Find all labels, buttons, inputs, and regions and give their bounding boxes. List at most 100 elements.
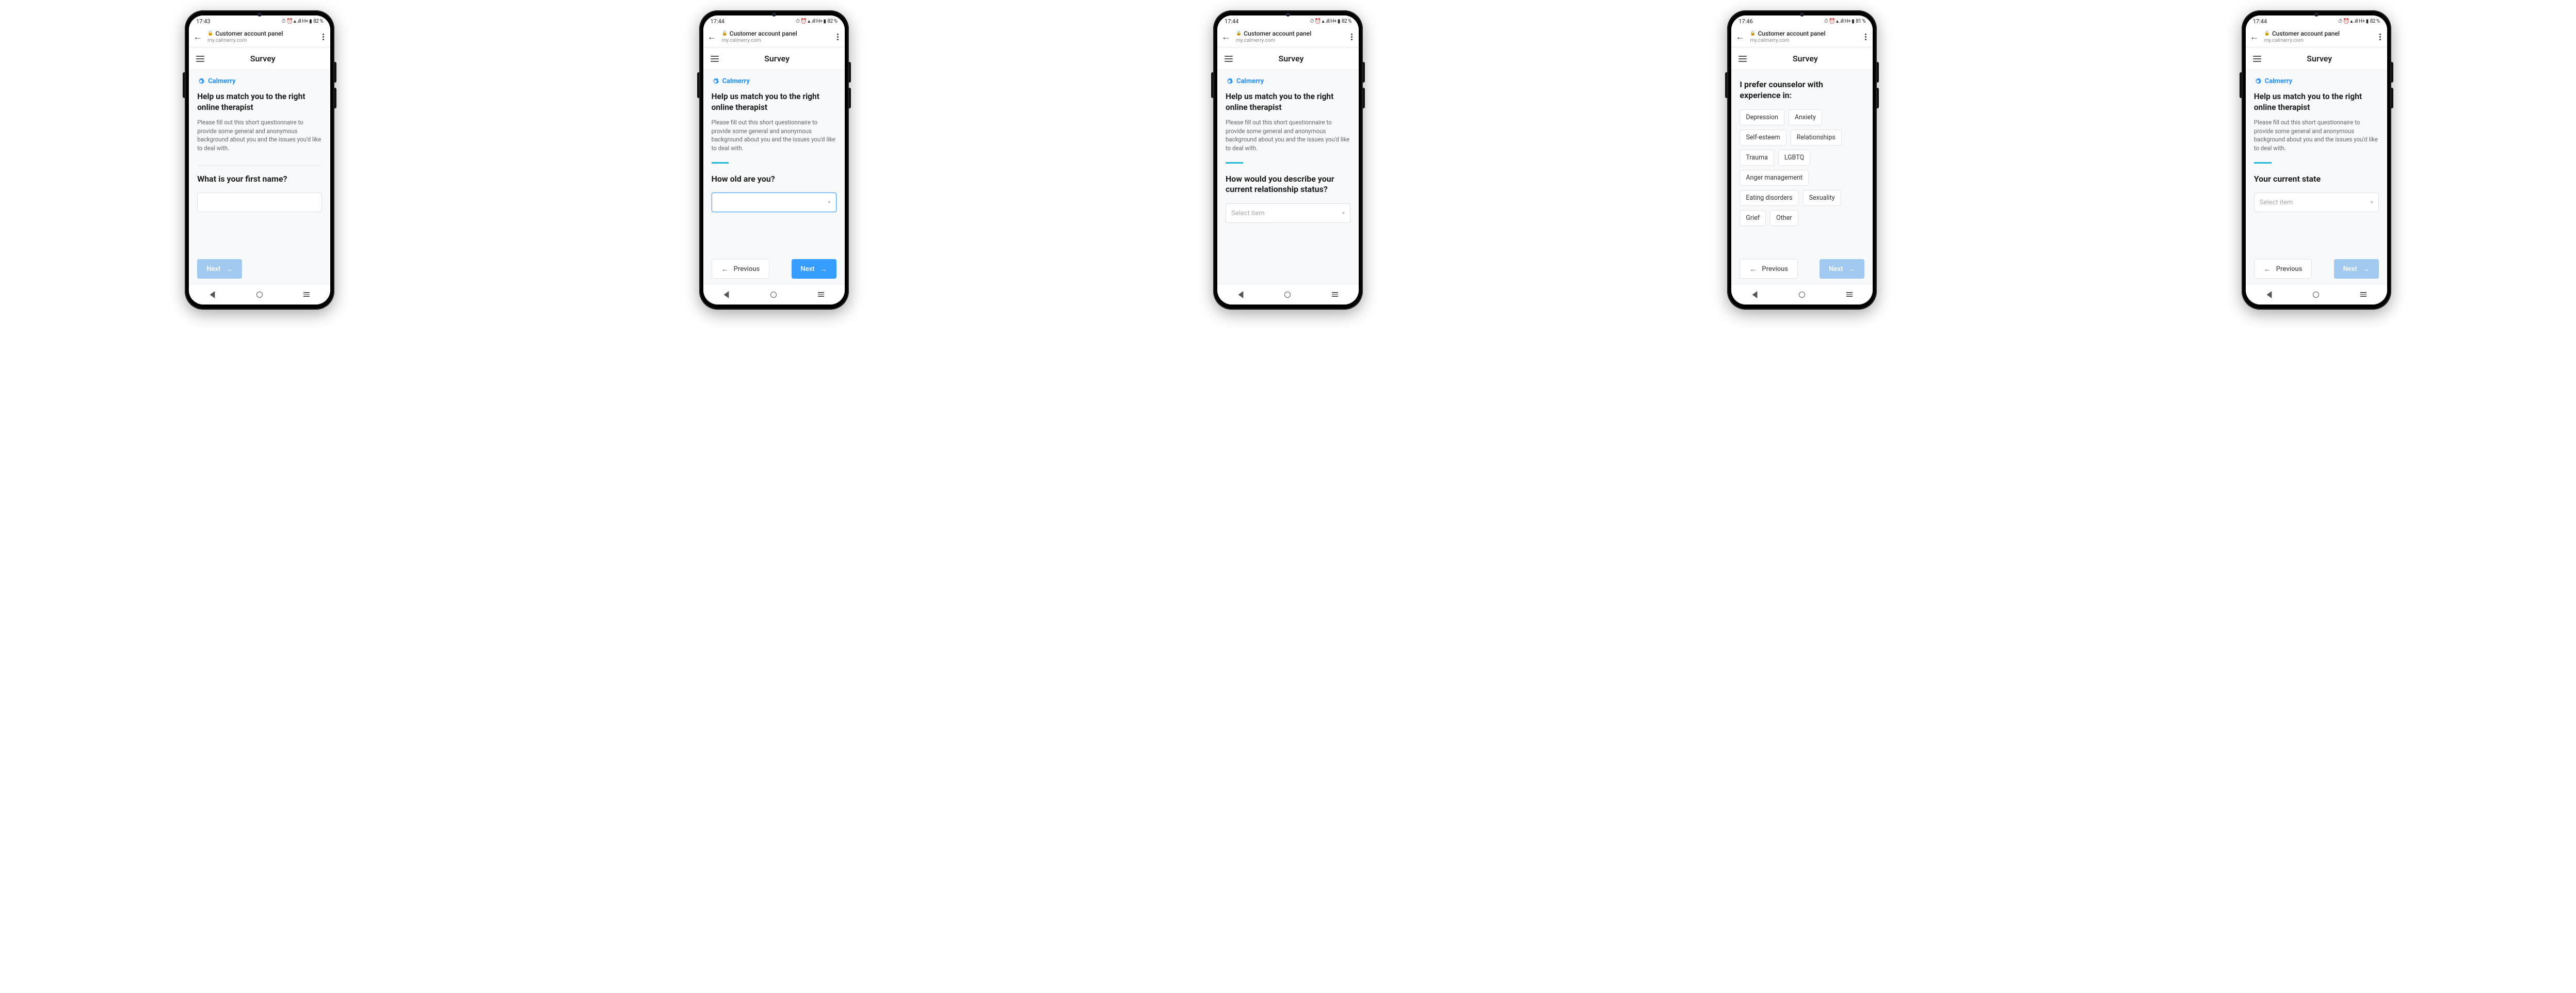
lock-icon: 🔒 <box>1236 31 1242 37</box>
kebab-menu-icon[interactable] <box>1863 31 1869 42</box>
survey-question: How old are you? <box>712 174 836 185</box>
hamburger-icon[interactable] <box>1225 56 1233 62</box>
chip-depression[interactable]: Depression <box>1740 109 1784 125</box>
brand-logo: Calmerry <box>712 77 836 85</box>
next-button[interactable]: Next→ <box>792 259 836 279</box>
android-nav-bar <box>2246 284 2387 305</box>
nav-recents-icon[interactable] <box>303 292 310 297</box>
status-icons: ⏱ ⏰ ▴ .ıll H+ ▮82 % <box>1310 19 1351 24</box>
next-button[interactable]: Next→ <box>2334 259 2379 279</box>
chevron-down-icon: ▾ <box>828 200 831 205</box>
back-icon[interactable]: ← <box>193 31 202 42</box>
previous-button[interactable]: ←Previous <box>2254 259 2312 279</box>
intro-description: Please fill out this short questionnaire… <box>2254 118 2379 153</box>
arrow-left-icon: ← <box>1749 265 1757 274</box>
previous-button[interactable]: ←Previous <box>1740 259 1798 279</box>
chip-trauma[interactable]: Trauma <box>1740 150 1774 166</box>
hamburger-icon[interactable] <box>1738 56 1747 62</box>
hamburger-icon[interactable] <box>2253 56 2261 62</box>
phone-mockup: 17:43 ⏱ ⏰ ▴ .ıll H+ ▮82 % ← 🔒Customer ac… <box>185 10 334 310</box>
app-bar: Survey <box>1731 47 1873 70</box>
kebab-menu-icon[interactable] <box>320 31 326 42</box>
chip-anger-management[interactable]: Anger management <box>1740 170 1809 186</box>
lock-icon: 🔒 <box>1750 31 1756 37</box>
kebab-menu-icon[interactable] <box>2377 31 2383 42</box>
android-nav-bar <box>1731 284 1873 305</box>
lock-icon: 🔒 <box>2264 31 2270 37</box>
nav-back-icon[interactable] <box>1238 291 1243 298</box>
survey-question: What is your first name? <box>197 174 322 185</box>
status-time: 17:43 <box>196 18 210 25</box>
relationship-select[interactable]: Select item ▾ <box>1226 203 1350 223</box>
back-icon[interactable]: ← <box>1221 31 1231 42</box>
nav-recents-icon[interactable] <box>1332 292 1338 297</box>
arrow-left-icon: ← <box>721 265 729 274</box>
nav-recents-icon[interactable] <box>2360 292 2366 297</box>
hamburger-icon[interactable] <box>196 56 204 62</box>
survey-content: Calmerry Help us match you to the right … <box>1217 70 1359 284</box>
app-title: Survey <box>212 54 314 63</box>
chip-anxiety[interactable]: Anxiety <box>1789 109 1822 125</box>
arrow-right-icon: → <box>226 265 233 274</box>
browser-bar: ← 🔒Customer account panel my.calmerry.co… <box>1217 27 1359 47</box>
back-icon[interactable]: ← <box>707 31 717 42</box>
nav-home-icon[interactable] <box>770 292 777 298</box>
app-bar: Survey <box>189 47 330 70</box>
kebab-menu-icon[interactable] <box>835 31 841 42</box>
phone-mockup: 17:44 ⏱ ⏰ ▴ .ıll H+ ▮82 % ← 🔒Customer ac… <box>2242 10 2391 310</box>
back-icon[interactable]: ← <box>1735 31 1745 42</box>
nav-home-icon[interactable] <box>2313 292 2319 298</box>
kebab-menu-icon[interactable] <box>1349 31 1355 42</box>
nav-recents-icon[interactable] <box>1846 292 1853 297</box>
chip-other[interactable]: Other <box>1770 210 1798 226</box>
chip-self-esteem[interactable]: Self-esteem <box>1740 130 1786 146</box>
nav-back-icon[interactable] <box>1752 291 1758 298</box>
nav-recents-icon[interactable] <box>818 292 824 297</box>
survey-content: Calmerry Help us match you to the right … <box>703 70 845 284</box>
chip-sexuality[interactable]: Sexuality <box>1803 190 1841 206</box>
nav-back-icon[interactable] <box>210 291 215 298</box>
status-bar: 17:43 ⏱ ⏰ ▴ .ıll H+ ▮82 % <box>189 15 330 27</box>
first-name-input[interactable] <box>197 193 322 212</box>
select-placeholder: Select item <box>2260 199 2293 206</box>
nav-home-icon[interactable] <box>1284 292 1291 298</box>
chip-eating-disorders[interactable]: Eating disorders <box>1740 190 1798 206</box>
state-select[interactable]: Select item ▾ <box>2254 193 2379 212</box>
page-title: 🔒Customer account panel <box>722 30 830 37</box>
nav-home-icon[interactable] <box>1799 292 1805 298</box>
status-time: 17:44 <box>1225 18 1238 25</box>
gear-icon <box>712 77 719 85</box>
lock-icon: 🔒 <box>207 31 213 37</box>
chevron-down-icon: ▾ <box>2371 200 2373 205</box>
lock-icon: 🔒 <box>722 31 728 37</box>
status-icons: ⏱ ⏰ ▴ .ıll H+ ▮81 % <box>1824 19 1866 24</box>
next-button[interactable]: Next→ <box>197 259 242 279</box>
intro-heading: Help us match you to the right online th… <box>197 91 322 113</box>
page-title: 🔒Customer account panel <box>207 30 315 37</box>
status-bar: 17:44 ⏱ ⏰ ▴ .ıll H+ ▮82 % <box>1217 15 1359 27</box>
gear-icon <box>1226 77 1233 85</box>
nav-back-icon[interactable] <box>2266 291 2272 298</box>
gear-icon <box>197 77 205 85</box>
page-url: my.calmerry.com <box>722 38 830 43</box>
brand-logo: Calmerry <box>197 77 322 85</box>
previous-button[interactable]: ←Previous <box>712 259 770 279</box>
intro-description: Please fill out this short questionnaire… <box>712 118 836 153</box>
chip-relationships[interactable]: Relationships <box>1791 130 1842 146</box>
arrow-right-icon: → <box>1848 265 1855 274</box>
hamburger-icon[interactable] <box>711 56 719 62</box>
intro-heading: Help us match you to the right online th… <box>712 91 836 113</box>
back-icon[interactable]: ← <box>2250 31 2259 42</box>
chip-grief[interactable]: Grief <box>1740 210 1766 226</box>
chip-lgbtq[interactable]: LGBTQ <box>1778 150 1810 166</box>
page-title: 🔒Customer account panel <box>1750 30 1858 37</box>
intro-description: Please fill out this short questionnaire… <box>1226 118 1350 153</box>
app-title: Survey <box>2268 54 2371 63</box>
age-select[interactable]: ▾ <box>712 193 836 212</box>
progress-bar <box>1226 162 1350 164</box>
nav-home-icon[interactable] <box>256 292 263 298</box>
app-title: Survey <box>726 54 828 63</box>
next-button[interactable]: Next→ <box>1820 259 1864 279</box>
status-time: 17:44 <box>711 18 725 25</box>
nav-back-icon[interactable] <box>724 291 729 298</box>
